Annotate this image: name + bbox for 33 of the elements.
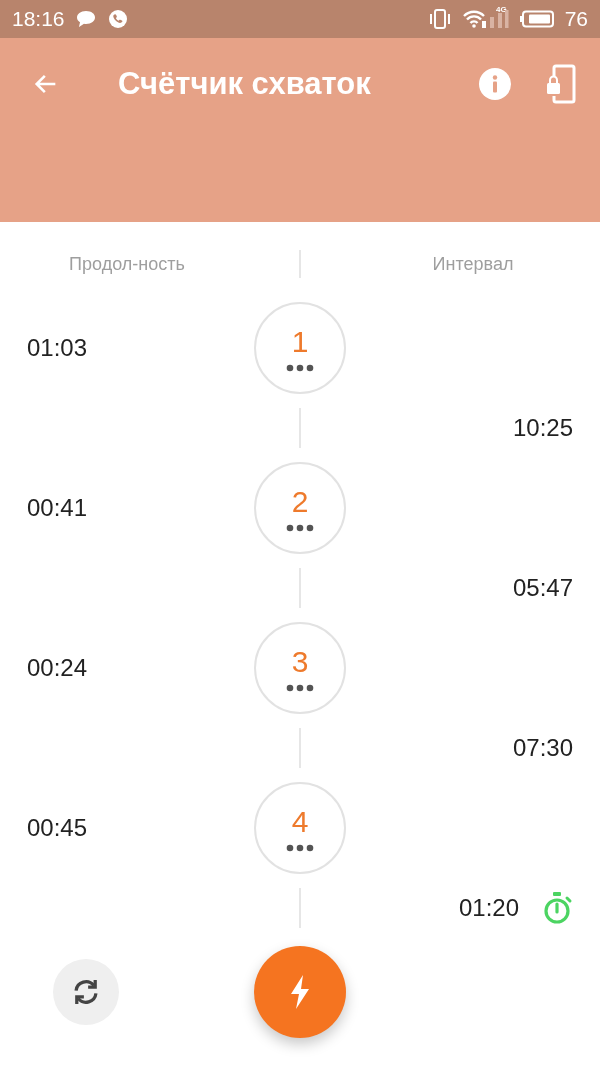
duration-value: 01:03 [26, 334, 89, 362]
network-type: 4G [495, 5, 507, 14]
more-dots-icon [286, 684, 314, 692]
signal-icon [480, 9, 509, 29]
info-button[interactable] [478, 67, 512, 101]
info-icon [478, 67, 512, 101]
phone-lock-icon [544, 64, 578, 104]
battery-icon [518, 10, 555, 28]
more-dots-icon [286, 524, 314, 532]
vibrate-icon [427, 9, 452, 29]
screen-lock-button[interactable] [544, 64, 578, 104]
interval-value: 01:20 [458, 894, 519, 922]
interval-value: 10:25 [512, 414, 573, 442]
wifi-icon [461, 9, 486, 29]
more-dots-icon [286, 364, 314, 372]
column-header: Продол-ность [68, 253, 186, 275]
battery-level: 76 [564, 7, 588, 31]
more-dots-icon [286, 844, 314, 852]
interval-value: 07:30 [512, 734, 573, 762]
duration-value: 00:45 [26, 814, 89, 842]
contraction-number-button[interactable]: 2 [254, 462, 346, 554]
duration-value: 00:24 [26, 654, 89, 682]
contraction-number-button[interactable]: 3 [254, 622, 346, 714]
phone-bubble-icon [106, 8, 129, 30]
screen-title: Счётчик схваток [118, 66, 372, 102]
start-contraction-button[interactable] [254, 946, 346, 1038]
interval-value: 05:47 [512, 574, 573, 602]
contraction-number-button[interactable]: 1 [254, 302, 346, 394]
column-header: Интервал [431, 253, 515, 275]
contraction-number-button[interactable]: 4 [254, 782, 346, 874]
clock: 18:16 [12, 7, 65, 31]
chat-bubble-icon [74, 9, 97, 29]
duration-value: 00:41 [26, 494, 89, 522]
